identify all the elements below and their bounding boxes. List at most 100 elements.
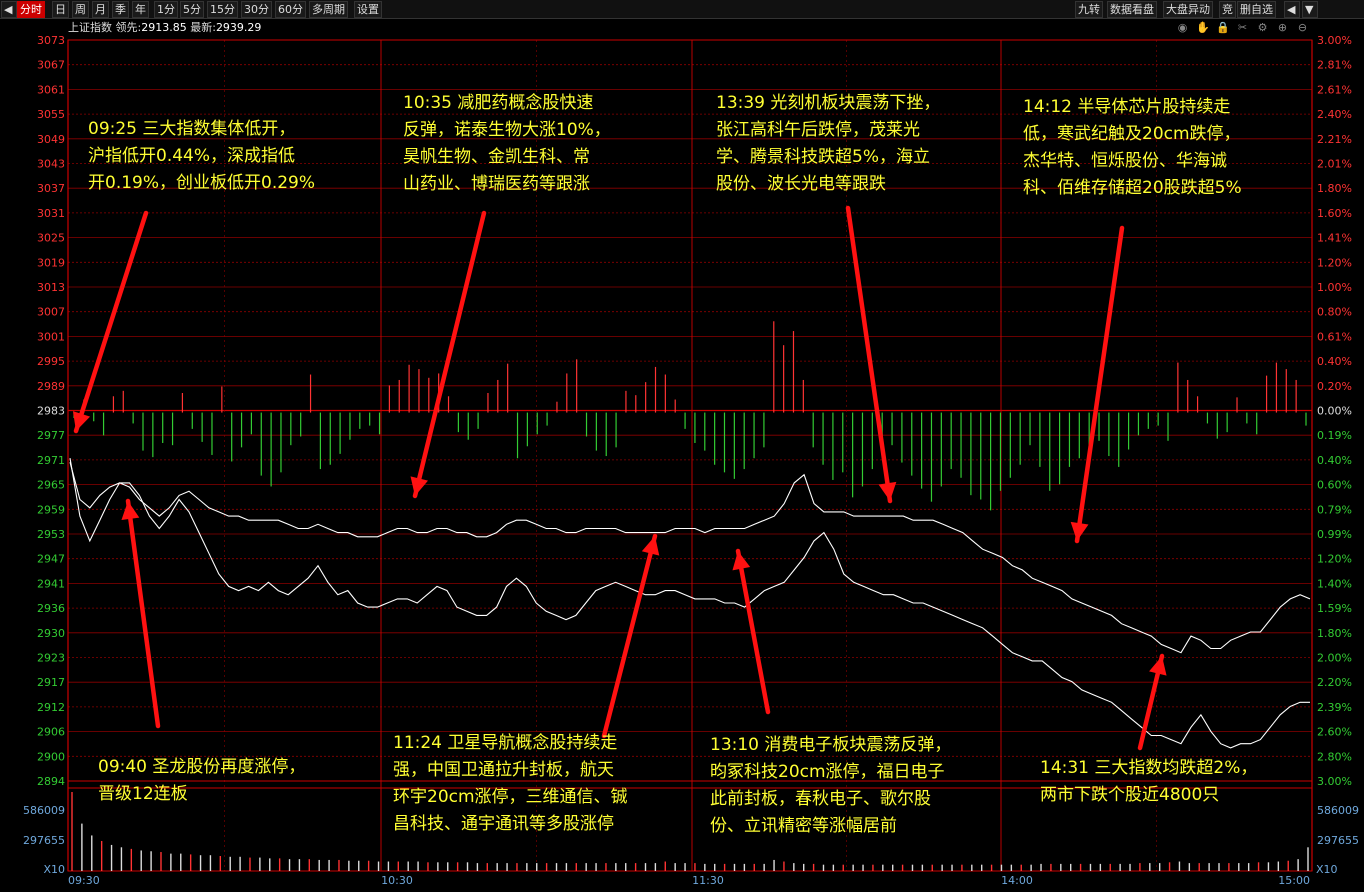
tab-week[interactable]: 周 bbox=[72, 1, 89, 18]
annotation-arrow-head bbox=[410, 476, 429, 496]
y-tick-left: 2995 bbox=[37, 355, 65, 368]
y-tick-right: 2.39% bbox=[1317, 701, 1352, 714]
y-tick-left: 3037 bbox=[37, 182, 65, 195]
tab-quarter[interactable]: 季 bbox=[112, 1, 129, 18]
x-tick-label: 14:00 bbox=[1001, 874, 1033, 887]
avg-price-line bbox=[69, 462, 1311, 654]
lock-icon[interactable]: 🔒 bbox=[1216, 21, 1230, 34]
y-tick-right: 2.80% bbox=[1317, 750, 1352, 763]
y-tick-left: 3013 bbox=[37, 281, 65, 294]
tab-60min[interactable]: 60分 bbox=[275, 1, 306, 18]
y-tick-left: 3025 bbox=[37, 232, 65, 245]
y-tick-left: 2917 bbox=[37, 676, 65, 689]
annotation-arrow bbox=[601, 533, 658, 739]
y-tick-left: 3073 bbox=[37, 36, 65, 47]
tab-month[interactable]: 月 bbox=[92, 1, 109, 18]
y-tick-left: 3055 bbox=[37, 108, 65, 121]
lead-label: 领先: bbox=[115, 21, 142, 34]
annotation-arrow bbox=[1074, 225, 1125, 544]
annotation-1035: 10:35 减肥药概念股快速 反弹，诺泰生物大涨10%， 昊帆生物、金凯生科、常 山药… bbox=[403, 93, 611, 194]
remove-watchlist-button[interactable]: 删自选 bbox=[1237, 1, 1276, 18]
y-tick-left: 2953 bbox=[37, 528, 65, 541]
y-tick-right: 1.41% bbox=[1317, 232, 1352, 245]
y-tick-right: 0.20% bbox=[1317, 380, 1352, 393]
volume-tick-left: 586009 bbox=[23, 804, 65, 817]
x-tick-label: 11:30 bbox=[692, 874, 724, 887]
y-tick-right: 0.19% bbox=[1317, 429, 1352, 442]
annotation-0925: 09:25 三大指数集体低开， 沪指低开0.44%，深成指低 开0.19%，创业板低… bbox=[88, 119, 316, 193]
annotation-arrow bbox=[845, 205, 893, 504]
annotation-arrow bbox=[125, 498, 161, 729]
y-tick-left: 2936 bbox=[37, 602, 65, 615]
scissors-icon[interactable]: ✂ bbox=[1236, 21, 1249, 34]
collapse-left-icon[interactable]: ◀ bbox=[1, 1, 17, 18]
tab-1min[interactable]: 1分 bbox=[154, 1, 178, 18]
zoom-in-icon[interactable]: ⊕ bbox=[1276, 21, 1289, 34]
tab-intraday[interactable]: 分时 bbox=[17, 1, 45, 18]
volume-tick-right: 297655 bbox=[1317, 834, 1359, 847]
eye-icon[interactable]: ◉ bbox=[1176, 21, 1189, 34]
y-tick-left: 3061 bbox=[37, 83, 65, 96]
y-tick-right: 2.21% bbox=[1317, 133, 1352, 146]
y-tick-left: 2989 bbox=[37, 380, 65, 393]
arrow-left-icon[interactable]: ◀ bbox=[1284, 1, 1300, 18]
volume-tick-left: 297655 bbox=[23, 834, 65, 847]
volume-scale-left: X10 bbox=[43, 863, 65, 876]
y-tick-right: 0.61% bbox=[1317, 330, 1352, 343]
y-tick-left: 2971 bbox=[37, 454, 65, 467]
y-tick-left: 3043 bbox=[37, 158, 65, 171]
tab-multi-period[interactable]: 多周期 bbox=[309, 1, 348, 18]
y-tick-right: 1.60% bbox=[1317, 207, 1352, 220]
annotation-1310: 13:10 消费电子板块震荡反弹， 昀冢科技20cm涨停，福日电子 此前封板，春秋电… bbox=[710, 735, 952, 836]
y-tick-right: 0.40% bbox=[1317, 454, 1352, 467]
index-name: 上证指数 bbox=[68, 21, 112, 34]
y-tick-left: 2947 bbox=[37, 553, 65, 566]
y-tick-right: 2.00% bbox=[1317, 652, 1352, 665]
tab-year[interactable]: 年 bbox=[132, 1, 149, 18]
data-board-button[interactable]: 数据看盘 bbox=[1107, 1, 1157, 18]
y-tick-left: 2912 bbox=[37, 701, 65, 714]
settings-icon[interactable]: ⚙ bbox=[1256, 21, 1269, 34]
tab-15min[interactable]: 15分 bbox=[207, 1, 238, 18]
volume-tick-right: 586009 bbox=[1317, 804, 1359, 817]
tab-day[interactable]: 日 bbox=[52, 1, 69, 18]
y-tick-right: 0.40% bbox=[1317, 355, 1352, 368]
tab-30min[interactable]: 30分 bbox=[241, 1, 272, 18]
market-alert-button[interactable]: 大盘异动 bbox=[1163, 1, 1213, 18]
tab-settings[interactable]: 设置 bbox=[354, 1, 382, 18]
latest-label: 最新: bbox=[190, 21, 216, 34]
y-tick-right: 1.20% bbox=[1317, 256, 1352, 269]
annotation-arrow bbox=[412, 210, 487, 499]
y-tick-left: 3001 bbox=[37, 330, 65, 343]
y-tick-left: 2906 bbox=[37, 726, 65, 739]
y-tick-right: 1.20% bbox=[1317, 553, 1352, 566]
tab-5min[interactable]: 5分 bbox=[180, 1, 204, 18]
y-tick-left: 2959 bbox=[37, 503, 65, 516]
y-tick-left: 3031 bbox=[37, 207, 65, 220]
hand-icon[interactable]: ✋ bbox=[1196, 21, 1210, 34]
price-line bbox=[69, 458, 1310, 749]
x-tick-label: 15:00 bbox=[1278, 874, 1310, 887]
y-tick-right: 1.40% bbox=[1317, 577, 1352, 590]
y-tick-left: 3049 bbox=[37, 133, 65, 146]
y-tick-left: 2894 bbox=[37, 775, 65, 788]
bid-button[interactable]: 竞 bbox=[1219, 1, 1236, 18]
annotation-1412: 14:12 半导体芯片股持续走 低，寒武纪触及20cm跌停， 杰华特、恒烁股份、华海… bbox=[1023, 97, 1242, 198]
y-tick-right: 0.99% bbox=[1317, 528, 1352, 541]
nine-turn-button[interactable]: 九转 bbox=[1075, 1, 1103, 18]
dropdown-icon[interactable]: ▼ bbox=[1302, 1, 1318, 18]
zoom-out-icon[interactable]: ⊖ bbox=[1296, 21, 1309, 34]
y-tick-right: 2.20% bbox=[1317, 676, 1352, 689]
annotation-0940: 09:40 圣龙股份再度涨停， 晋级12连板 bbox=[98, 757, 306, 804]
y-tick-left: 3007 bbox=[37, 306, 65, 319]
annotation-1124: 11:24 卫星导航概念股持续走 强，中国卫通拉升封板，航天 环宇20cm涨停，三维… bbox=[393, 733, 628, 834]
y-tick-left: 2977 bbox=[37, 429, 65, 442]
annotation-1339: 13:39 光刻机板块震荡下挫， 张江高科午后跌停，茂莱光 学、腾景科技跌超5%，海… bbox=[716, 93, 941, 194]
annotation-arrow bbox=[73, 210, 149, 434]
info-bar: 上证指数 领先:2913.85 最新:2939.29 bbox=[68, 19, 261, 36]
x-tick-label: 10:30 bbox=[381, 874, 413, 887]
annotation-1431: 14:31 三大指数均跌超2%， 两市下跌个股近4800只 bbox=[1040, 758, 1258, 805]
y-tick-right: 1.00% bbox=[1317, 281, 1352, 294]
y-tick-right: 2.40% bbox=[1317, 108, 1352, 121]
y-tick-left: 2941 bbox=[37, 577, 65, 590]
